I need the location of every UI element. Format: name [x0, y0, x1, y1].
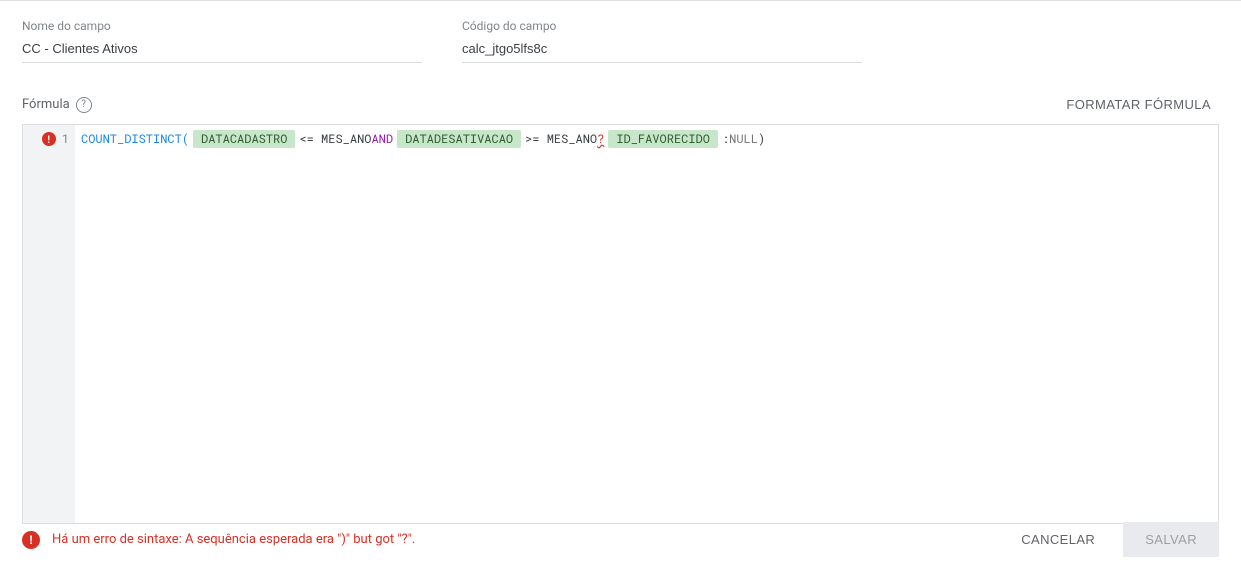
- editor-code-area[interactable]: COUNT_DISTINCT( DATACADASTRO <= MES_ANO …: [75, 125, 1218, 523]
- field-name-label: Nome do campo: [22, 19, 422, 33]
- code-line-1: COUNT_DISTINCT( DATACADASTRO <= MES_ANO …: [81, 129, 1212, 149]
- token-close-paren: ): [758, 131, 765, 147]
- token-error-question: ?: [597, 131, 604, 147]
- gutter-error-icon[interactable]: !: [42, 132, 56, 146]
- token-field-datadesativacao[interactable]: DATADESATIVACAO: [397, 130, 521, 148]
- field-name-input[interactable]: [22, 39, 422, 63]
- format-formula-button[interactable]: FORMATAR FÓRMULA: [1058, 91, 1219, 118]
- token-field-datacadastro[interactable]: DATACADASTRO: [193, 130, 295, 148]
- help-icon[interactable]: ?: [76, 97, 92, 113]
- token-colon: :: [722, 131, 729, 147]
- formula-editor[interactable]: ! 1 COUNT_DISTINCT( DATACADASTRO <= MES_…: [22, 124, 1219, 524]
- editor-gutter: ! 1: [23, 125, 75, 523]
- token-op-ge-mesano: >= MES_ANO: [525, 131, 597, 147]
- field-name-group: Nome do campo: [22, 19, 422, 63]
- field-code-label: Código do campo: [462, 19, 862, 33]
- line-number: 1: [62, 131, 69, 147]
- token-null: NULL: [729, 131, 758, 147]
- field-inputs-row: Nome do campo Código do campo: [22, 19, 1219, 63]
- token-op-le-mesano: <= MES_ANO: [299, 131, 371, 147]
- token-field-idfavorecido[interactable]: ID_FAVORECIDO: [608, 130, 718, 148]
- save-button[interactable]: SALVAR: [1123, 522, 1219, 557]
- token-keyword-and: AND: [371, 131, 393, 147]
- footer-actions: CANCELAR SALVAR: [1007, 522, 1219, 557]
- footer-error: ! Há um erro de sintaxe: A sequência esp…: [22, 531, 415, 549]
- formula-header-left: Fórmula ?: [22, 97, 92, 113]
- formula-label: Fórmula: [22, 97, 70, 112]
- cancel-button[interactable]: CANCELAR: [1007, 522, 1109, 557]
- footer-bar: ! Há um erro de sintaxe: A sequência esp…: [22, 522, 1219, 557]
- error-icon: !: [22, 531, 40, 549]
- token-function: COUNT_DISTINCT(: [81, 131, 189, 147]
- field-code-group: Código do campo: [462, 19, 862, 63]
- error-message: Há um erro de sintaxe: A sequência esper…: [52, 532, 415, 547]
- gutter-line-1: ! 1: [23, 129, 75, 149]
- formula-header: Fórmula ? FORMATAR FÓRMULA: [22, 91, 1219, 118]
- field-code-input[interactable]: [462, 39, 862, 63]
